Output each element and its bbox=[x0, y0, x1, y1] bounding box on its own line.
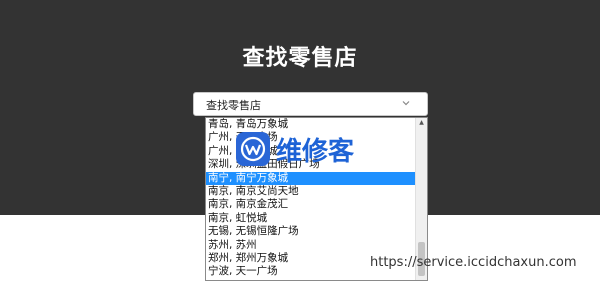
select-value: 查找零售店 bbox=[206, 99, 261, 112]
chevron-down-icon bbox=[402, 101, 410, 106]
option-item[interactable]: 南京, 南京艾尚天地 bbox=[206, 185, 417, 198]
w-letter-icon bbox=[240, 136, 266, 162]
w-logo-icon bbox=[236, 132, 270, 166]
option-item[interactable]: 南京, 南京金茂汇 bbox=[206, 198, 417, 211]
option-item[interactable]: 无锡, 无锡恒隆广场 bbox=[206, 225, 417, 238]
option-item[interactable]: 苏州, 苏州 bbox=[206, 239, 417, 252]
page-title: 查找零售店 bbox=[242, 46, 358, 71]
store-select[interactable]: 查找零售店 bbox=[193, 92, 428, 116]
option-item-selected[interactable]: 南宁, 南宁万象城 bbox=[206, 171, 417, 185]
overlay-url: https://service.iccidchaxun.com bbox=[370, 255, 577, 270]
watermark: 维修客 bbox=[236, 130, 354, 168]
watermark-text: 维修客 bbox=[276, 136, 355, 167]
option-item[interactable]: 南京, 虹悦城 bbox=[206, 212, 417, 225]
scroll-up-arrow-icon[interactable]: ▲ bbox=[416, 118, 427, 128]
